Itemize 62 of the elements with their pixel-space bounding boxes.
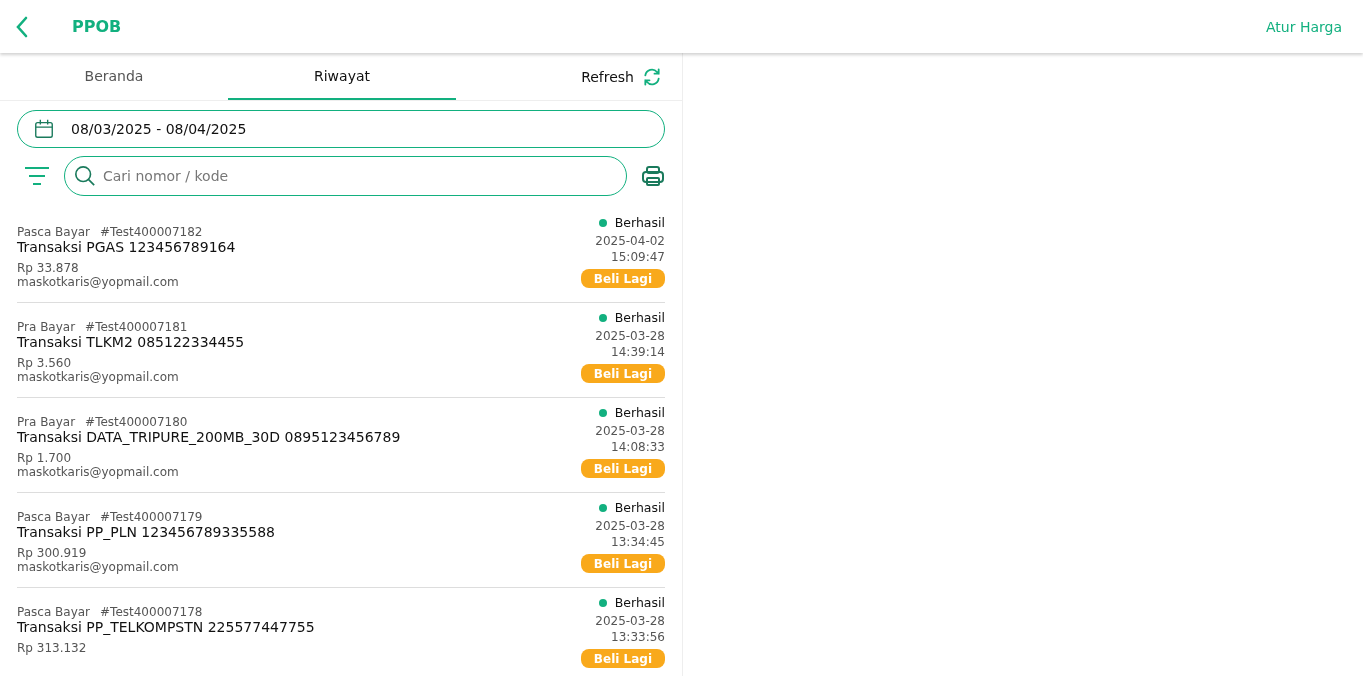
status-dot <box>598 598 607 607</box>
status-label: Berhasil <box>614 595 665 610</box>
transaction-row[interactable]: Pra Bayar #Test400007181 Transaksi TLKM2 085122334455 Rp 3.560 maskotkaris@yopmail.com Berhasil 2025-03-28 14:39:14 Beli Lagi <box>17 303 665 398</box>
transaction-date: 2025-04-02 <box>595 233 665 249</box>
filter-button[interactable] <box>24 165 50 187</box>
transaction-date: 2025-03-28 <box>595 613 665 629</box>
status-label: Berhasil <box>614 215 665 230</box>
transaction-title: Transaksi PP_PLN 123456789335588 <box>17 524 275 540</box>
transaction-code: #Test400007180 <box>85 415 188 429</box>
calendar-icon <box>33 118 55 140</box>
search-field[interactable]: Cari nomor / kode <box>64 156 627 196</box>
transaction-amount: Rp 33.878 <box>17 261 80 275</box>
transaction-title: Transaksi TLKM2 085122334455 <box>17 334 245 350</box>
payment-type: Pasca Bayar <box>17 225 91 239</box>
transaction-date: 2025-03-28 <box>595 328 665 344</box>
payment-type: Pasca Bayar <box>17 510 91 524</box>
printer-icon <box>641 164 665 188</box>
print-button[interactable] <box>641 164 665 188</box>
status-label: Berhasil <box>614 310 665 325</box>
status-dot <box>598 408 607 417</box>
transaction-amount: Rp 300.919 <box>17 546 88 560</box>
transaction-title: Transaksi PP_TELKOMPSTN 225577447755 <box>17 619 315 635</box>
transaction-code: #Test400007179 <box>100 510 203 524</box>
customer-email: maskotkaris@yopmail.com <box>17 560 180 574</box>
transaction-row[interactable]: Pasca Bayar #Test400007179 Transaksi PP_PLN 123456789335588 Rp 300.919 maskotkaris@yopmail.com Berhasil 2025-03-28 13:34:45 Beli Lagi <box>17 493 665 588</box>
customer-email: maskotkaris@yopmail.com <box>17 275 180 289</box>
transaction-time: 13:34:45 <box>611 534 665 550</box>
refresh-icon <box>642 66 662 87</box>
payment-type: Pra Bayar <box>17 320 76 334</box>
status-dot <box>598 218 607 227</box>
search-icon <box>74 165 96 187</box>
transaction-time: 15:09:47 <box>611 249 665 265</box>
transaction-time: 14:39:14 <box>611 344 665 360</box>
page-title: PPOB <box>72 17 123 36</box>
tab[interactable]: Riwayat <box>228 53 456 100</box>
transaction-time: 13:33:56 <box>611 629 665 645</box>
transaction-row[interactable]: Pasca Bayar #Test400007178 Transaksi PP_TELKOMPSTN 225577447755 Rp 313.132 Berhasil 2025-03-28 13:33:56 Beli Lagi <box>17 588 665 676</box>
refresh-button[interactable]: Refresh <box>575 53 668 100</box>
transaction-amount: Rp 3.560 <box>17 356 73 370</box>
date-range-value: 08/03/2025 - 08/04/2025 <box>71 121 247 137</box>
status-label: Berhasil <box>614 405 665 420</box>
transaction-time: 14:08:33 <box>611 439 665 455</box>
transaction-amount: Rp 1.700 <box>17 451 73 465</box>
status-dot <box>598 313 607 322</box>
customer-email: maskotkaris@yopmail.com <box>17 370 180 384</box>
transaction-code: #Test400007181 <box>85 320 188 334</box>
transaction-title: Transaksi PGAS 123456789164 <box>17 239 236 255</box>
payment-type: Pra Bayar <box>17 415 76 429</box>
transaction-row[interactable]: Pra Bayar #Test400007180 Transaksi DATA_TRIPURE_200MB_30D 0895123456789 Rp 1.700 maskotkaris@yopmail.com Berhasil 2025-03-28 14:08:33 Beli Lagi <box>17 398 665 493</box>
transaction-date: 2025-03-28 <box>595 423 665 439</box>
transaction-date: 2025-03-28 <box>595 518 665 534</box>
transaction-amount: Rp 313.132 <box>17 641 88 655</box>
payment-type: Pasca Bayar <box>17 605 91 619</box>
filter-icon <box>24 165 50 187</box>
transaction-row[interactable]: Pasca Bayar #Test400007182 Transaksi PGAS 123456789164 Rp 33.878 maskotkaris@yopmail.com Berhasil 2025-04-02 15:09:47 Beli Lagi <box>17 208 665 303</box>
status-label: Berhasil <box>614 500 665 515</box>
transaction-code: #Test400007182 <box>100 225 203 239</box>
transaction-title: Transaksi DATA_TRIPURE_200MB_30D 0895123456789 <box>17 429 401 445</box>
customer-email: maskotkaris@yopmail.com <box>17 465 180 479</box>
status-dot <box>598 503 607 512</box>
tab[interactable]: Beranda <box>0 53 228 100</box>
transaction-code: #Test400007178 <box>100 605 203 619</box>
